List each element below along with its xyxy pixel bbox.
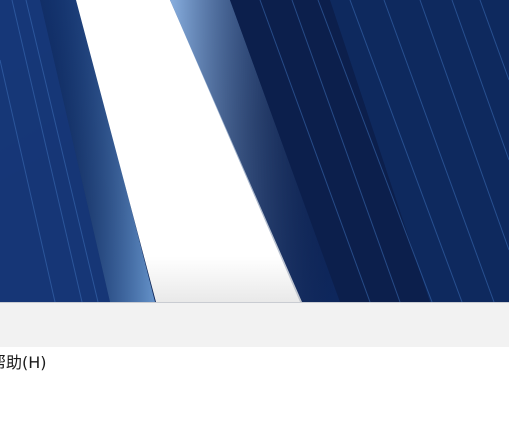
desktop-wallpaper bbox=[0, 0, 509, 302]
menu-bar: 帮助(H) bbox=[0, 347, 509, 377]
window-titlebar bbox=[0, 302, 509, 347]
menu-item-help[interactable]: 帮助(H) bbox=[0, 353, 47, 373]
window-content bbox=[0, 377, 509, 432]
